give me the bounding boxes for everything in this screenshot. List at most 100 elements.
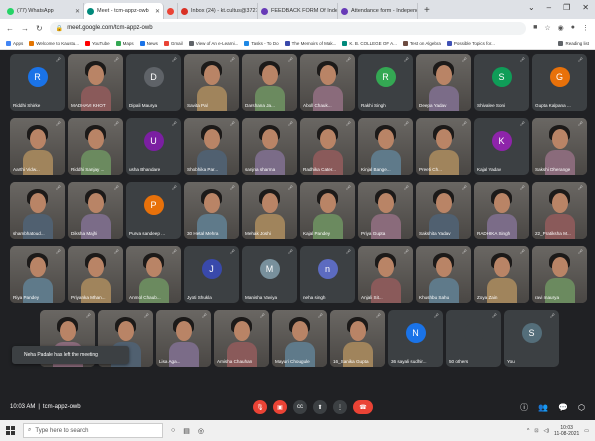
tab-close-icon[interactable]: ✕ xyxy=(155,8,160,15)
reload-icon[interactable]: ↻ xyxy=(36,24,43,33)
bookmark-item[interactable]: Maps xyxy=(115,40,134,46)
participant-tile[interactable]: 🎤︎ 50 others xyxy=(446,310,501,367)
participant-tile[interactable]: 🎤︎ sanjna sharma xyxy=(242,118,297,175)
notifications-icon[interactable]: ▭ xyxy=(584,428,589,434)
more-options-button[interactable]: ⋮ xyxy=(333,400,347,414)
participant-tile[interactable]: 🎤︎ Mayuri Chougule xyxy=(272,310,327,367)
participant-tile[interactable]: 🎤︎ Anjali Sit... xyxy=(358,246,413,303)
participant-tile[interactable]: 🎤︎ Radhika Cater... xyxy=(300,118,355,175)
bookmark-item[interactable]: Welcome to Kaustu... xyxy=(29,40,79,46)
participant-tile[interactable]: 🎤︎ Riya Pandey xyxy=(10,246,65,303)
participant-tile[interactable]: S 🎤︎ You xyxy=(504,310,559,367)
participant-tile[interactable]: 🎤︎ Savita Pal xyxy=(184,54,239,111)
participant-tile[interactable]: 🎤︎ Shobhika Par... xyxy=(184,118,239,175)
chevron-down-icon[interactable]: ⌄ xyxy=(528,3,535,12)
forward-icon[interactable]: → xyxy=(21,24,29,33)
participant-tile[interactable]: 🎤︎ Sakshi Dherange xyxy=(532,118,587,175)
participant-tile[interactable]: D 🎤︎ Dipali Maurya xyxy=(126,54,181,111)
participant-tile[interactable]: 🎤︎ Preeti Ch... xyxy=(416,118,471,175)
bookmark-item[interactable]: Reading list xyxy=(558,40,589,46)
participant-tile[interactable]: R 🎤︎ Riddhi Shirke xyxy=(10,54,65,111)
participant-tile[interactable]: 🎤︎ Khushbu Sahu xyxy=(416,246,471,303)
bookmark-item[interactable]: View of An e-Learni... xyxy=(188,40,238,46)
participant-tile[interactable]: 🎤︎ Kajal Pandey xyxy=(300,182,355,239)
file-explorer-icon[interactable]: ▤ xyxy=(183,427,190,435)
activities-icon[interactable]: ⬡ xyxy=(578,403,585,412)
browser-tab[interactable]: FEEDBACK FORM Of Independe...✕ xyxy=(258,3,338,19)
tab-close-icon[interactable]: ✕ xyxy=(75,8,80,15)
participant-tile[interactable]: 🎤︎ Kinjal Bange... xyxy=(358,118,413,175)
participant-tile[interactable]: 🎤︎ Darshana Ja... xyxy=(242,54,297,111)
url-field[interactable]: 🔒 meet.google.com/tcm-appz-owb xyxy=(49,21,527,35)
participant-tile[interactable]: 🎤︎ ravi maurya xyxy=(532,246,587,303)
bookmark-item[interactable]: Apps xyxy=(6,40,23,46)
browser-tab[interactable]: Attendance form - Independence...✕ xyxy=(338,3,418,19)
chat-icon[interactable]: 💬 xyxy=(558,403,568,412)
chrome-icon[interactable]: ◎ xyxy=(198,427,204,435)
participant-tile[interactable]: 🎤︎ Sakshita Yadav xyxy=(416,182,471,239)
profile-icon[interactable]: ● xyxy=(571,24,575,32)
people-button[interactable]: 👥 xyxy=(538,403,548,412)
participant-tile[interactable]: 🎤︎ 16_Sanika Gupta xyxy=(330,310,385,367)
participant-tile[interactable]: S 🎤︎ Shivalee Soni xyxy=(474,54,529,111)
participant-tile[interactable]: J 🎤︎ Jyoti Shukla xyxy=(184,246,239,303)
participant-tile[interactable]: n 🎤︎ neha singh xyxy=(300,246,355,303)
participant-tile[interactable]: 🎤︎ Priyanka Mhan... xyxy=(68,246,123,303)
participant-tile[interactable]: G 🎤︎ Gupta Kalpana ... xyxy=(532,54,587,111)
network-icon[interactable]: ⊡ xyxy=(534,428,538,434)
participant-tile[interactable]: U 🎤︎ usha Bhandare xyxy=(126,118,181,175)
participant-tile[interactable]: 🎤︎ Aboll Chauk... xyxy=(300,54,355,111)
participant-tile[interactable]: 🎤︎ Lisa Aga... xyxy=(156,310,211,367)
participant-tile[interactable]: 🎤︎ shambhatoud... xyxy=(10,182,65,239)
participant-tile[interactable]: 🎤︎ Zoya Zain xyxy=(474,246,529,303)
taskbar-search[interactable]: ⌕ Type here to search xyxy=(23,423,163,438)
close-icon[interactable]: ✕ xyxy=(582,3,589,12)
mic-off-button[interactable]: 🎙 xyxy=(253,400,267,414)
participant-tile[interactable]: 🎤︎ Deepa Yadav xyxy=(416,54,471,111)
windows-start-icon[interactable] xyxy=(6,426,15,435)
info-icon[interactable]: ⓘ xyxy=(520,402,528,413)
participant-tile[interactable]: 🎤︎ Anmol Chaub... xyxy=(126,246,181,303)
bookmark-item[interactable]: News xyxy=(139,40,158,46)
back-icon[interactable]: ← xyxy=(6,24,14,33)
participant-tile[interactable]: 🎤︎ 22_Pratiksha M... xyxy=(532,182,587,239)
menu-icon[interactable]: ⋮ xyxy=(582,24,589,32)
participant-tile[interactable]: 🎤︎ Diksha Majhi xyxy=(68,182,123,239)
bookmark-item[interactable]: K. B. COLLEGE OF A... xyxy=(342,40,397,46)
participant-tile[interactable]: 🎤︎ MADHAVI KHOT xyxy=(68,54,123,111)
tray-arrow-icon[interactable]: ^ xyxy=(527,428,529,434)
bookmark-item[interactable]: Possible Topics for... xyxy=(446,40,495,46)
browser-tab[interactable]: Meet - tcm-appz-owb ✕ xyxy=(84,3,164,19)
camera-permission-icon[interactable]: ■ xyxy=(533,24,537,32)
browser-tab[interactable] xyxy=(164,3,178,19)
participant-tile[interactable]: 🎤︎ Mehak Joshi xyxy=(242,182,297,239)
volume-icon[interactable]: ◁) xyxy=(544,428,550,434)
participant-tile[interactable]: 🎤︎ Aarthi Vidw... xyxy=(10,118,65,175)
participant-tile[interactable]: 🎤︎ 30 Hetal Mehra xyxy=(184,182,239,239)
browser-tab[interactable]: Inbox (24) - kt.cultus@37272@gm...✕ xyxy=(178,3,258,19)
captions-button[interactable]: cc xyxy=(293,400,307,414)
camera-off-button[interactable]: ▣ xyxy=(273,400,287,414)
participant-tile[interactable]: K 🎤︎ Kajal Yadav xyxy=(474,118,529,175)
participant-tile[interactable]: 🎤︎ Priya Gupta xyxy=(358,182,413,239)
browser-tab[interactable]: (77) WhatsApp ✕ xyxy=(4,3,84,19)
participant-tile[interactable]: 🎤︎ Amisha Chauhan xyxy=(214,310,269,367)
leave-call-button[interactable]: ☎ xyxy=(353,400,373,414)
star-icon[interactable]: ☆ xyxy=(544,24,550,32)
maximize-icon[interactable]: ❐ xyxy=(563,3,570,12)
participant-tile[interactable]: P 🎤︎ Purva sandeep ... xyxy=(126,182,181,239)
task-view-icon[interactable]: ○ xyxy=(171,427,175,434)
participant-tile[interactable]: 🎤︎ Riddhi Sanjay ... xyxy=(68,118,123,175)
bookmark-item[interactable]: YouTube xyxy=(84,40,110,46)
bookmark-item[interactable]: The Memoirs of Mak... xyxy=(284,40,336,46)
extension-icon[interactable]: ◉ xyxy=(558,24,564,32)
bookmark-item[interactable]: Test on Algebra xyxy=(402,40,441,46)
new-tab-button[interactable]: + xyxy=(418,3,436,19)
participant-tile[interactable]: 🎤︎ RADHIKA Singh xyxy=(474,182,529,239)
present-button[interactable]: ⬆ xyxy=(313,400,327,414)
participant-tile[interactable]: N 🎤︎ 36 sayali sudhir... xyxy=(388,310,443,367)
participant-tile[interactable]: R 🎤︎ Rakhi Singh xyxy=(358,54,413,111)
minimize-icon[interactable]: – xyxy=(547,3,551,12)
bookmark-item[interactable]: Gmail xyxy=(163,40,183,46)
participant-tile[interactable]: M 🎤︎ Manisha Vaviya xyxy=(242,246,297,303)
